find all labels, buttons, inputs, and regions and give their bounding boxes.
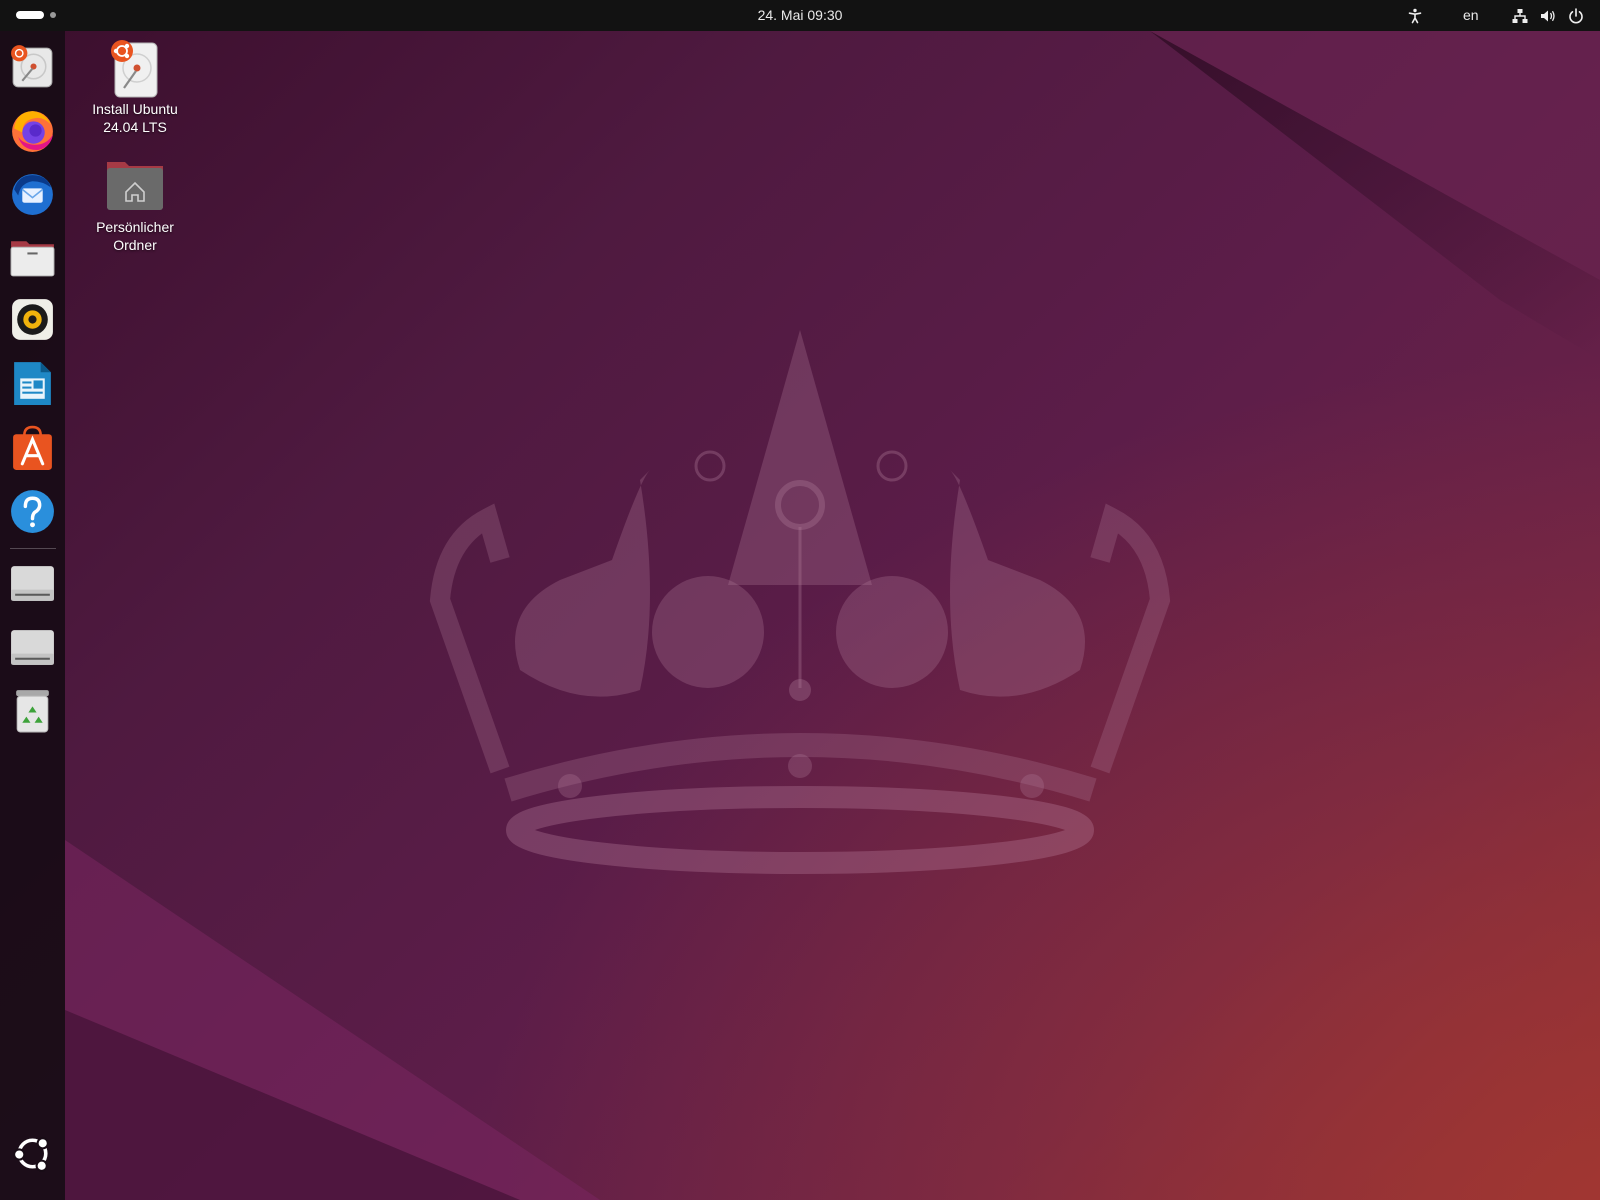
dock-item-files[interactable] xyxy=(8,232,57,281)
dock-item-app-center[interactable] xyxy=(8,423,57,472)
dock-item-help[interactable] xyxy=(8,487,57,536)
desktop-icon-home-folder[interactable]: Persönlicher Ordner xyxy=(80,156,190,254)
label-line: 24.04 LTS xyxy=(103,119,167,135)
home-folder-icon xyxy=(107,156,163,216)
network-icon[interactable] xyxy=(1512,8,1528,24)
power-icon[interactable] xyxy=(1568,8,1584,24)
desktop-icon-label: Persönlicher Ordner xyxy=(80,218,190,254)
files-icon xyxy=(10,241,55,277)
dock-item-drive-2[interactable] xyxy=(8,622,57,671)
dock-item-libreoffice-writer[interactable] xyxy=(8,359,57,408)
dock-item-ubuntu-installer[interactable] xyxy=(8,42,57,91)
dock-item-rhythmbox[interactable] xyxy=(8,295,57,344)
system-tray: en xyxy=(1370,0,1600,31)
drive-icon xyxy=(11,566,54,601)
rhythmbox-icon xyxy=(12,299,53,340)
accessibility-icon[interactable] xyxy=(1407,8,1423,24)
desktop-icon-install-ubuntu[interactable]: Install Ubuntu 24.04 LTS xyxy=(80,38,190,136)
ubuntu-installer-icon xyxy=(107,38,163,98)
ubuntu-installer-icon xyxy=(11,45,53,88)
label-line: Ordner xyxy=(113,237,157,253)
drive-icon xyxy=(11,630,54,665)
dock-item-trash[interactable] xyxy=(8,686,57,735)
label-line: Persönlicher xyxy=(96,219,174,235)
dock-separator xyxy=(10,548,56,549)
label-line: Install Ubuntu xyxy=(92,101,178,117)
dock-item-firefox[interactable] xyxy=(8,106,57,155)
dock xyxy=(0,31,65,1200)
keyboard-layout-indicator[interactable]: en xyxy=(1463,0,1479,31)
desktop-wallpaper xyxy=(0,0,1600,1200)
dock-item-thunderbird[interactable] xyxy=(8,169,57,218)
dock-item-drive-1[interactable] xyxy=(8,558,57,607)
libreoffice-writer-icon xyxy=(14,362,51,405)
date-time-label[interactable]: 24. Mai 09:30 xyxy=(758,7,843,23)
trash-icon xyxy=(16,690,49,733)
show-apps-icon xyxy=(13,1137,49,1172)
top-bar: 24. Mai 09:30 en xyxy=(0,0,1600,31)
thunderbird-icon xyxy=(12,174,53,215)
date-time-menu: 24. Mai 09:30 xyxy=(0,0,1600,31)
firefox-icon xyxy=(12,111,53,152)
desktop-icon-label: Install Ubuntu 24.04 LTS xyxy=(80,100,190,136)
help-icon xyxy=(11,490,54,533)
volume-icon[interactable] xyxy=(1540,8,1556,24)
app-center-icon xyxy=(13,425,52,470)
dock-item-show-apps[interactable] xyxy=(8,1129,57,1178)
